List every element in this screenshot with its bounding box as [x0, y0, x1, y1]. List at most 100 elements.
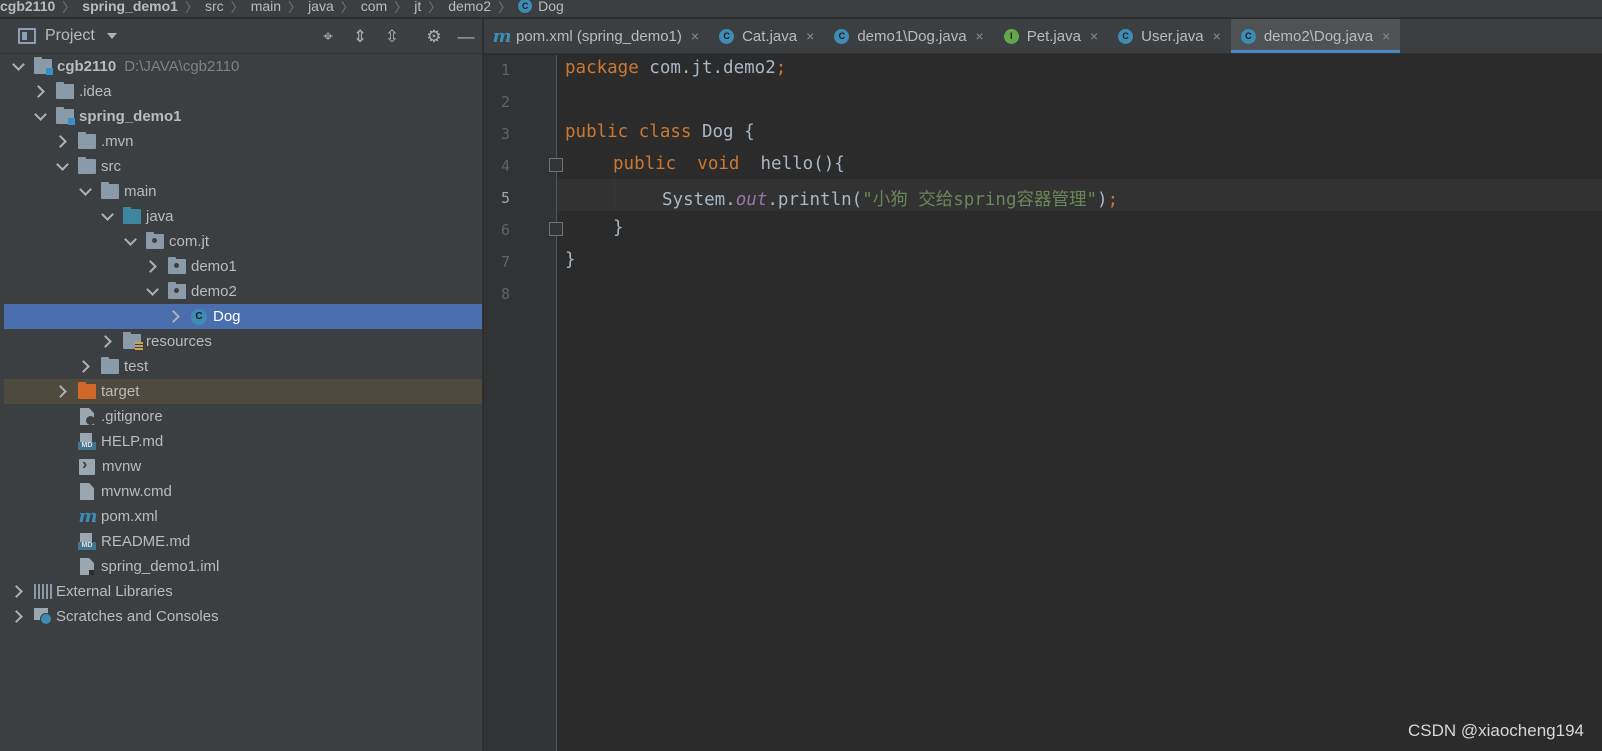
chevron-right-icon[interactable]: [101, 336, 113, 348]
module-folder-icon: [56, 107, 75, 125]
tree-item-mvn[interactable]: .mvn: [4, 129, 482, 154]
tree-item-pom-xml[interactable]: m pom.xml: [4, 504, 482, 529]
tree-item-readme-md[interactable]: README.md: [4, 529, 482, 554]
tree-item-label: HELP.md: [101, 433, 164, 450]
fold-marker-icon[interactable]: [549, 158, 563, 172]
breadcrumb-item-src[interactable]: src: [205, 0, 224, 14]
breadcrumb-item-main[interactable]: main: [251, 0, 281, 14]
locate-icon[interactable]: ⌖: [318, 27, 338, 47]
tab-user-java[interactable]: C User.java ×: [1108, 19, 1231, 53]
chevron-down-icon[interactable]: [106, 33, 117, 39]
tree-item-test[interactable]: test: [4, 354, 482, 379]
tree-item-spring-demo1-iml[interactable]: spring_demo1.iml: [4, 554, 482, 579]
close-icon[interactable]: ×: [1090, 28, 1098, 44]
chevron-right-icon[interactable]: [12, 586, 24, 598]
code-editor[interactable]: 1 2 3 4 5 6 7 8 package com.jt.demo2; pu…: [484, 55, 1602, 751]
excluded-folder-icon: [78, 382, 96, 399]
tab-demo1-dog-java[interactable]: C demo1\Dog.java ×: [824, 19, 993, 53]
chevron-down-icon[interactable]: [12, 61, 24, 73]
breadcrumb-item-cgb2110[interactable]: cgb2110: [0, 0, 55, 14]
tree-item-demo2[interactable]: demo2: [4, 279, 482, 304]
tree-item-mvnw[interactable]: mvnw: [4, 454, 482, 479]
chevron-down-icon[interactable]: [101, 211, 113, 223]
tab-pom-xml[interactable]: m pom.xml (spring_demo1) ×: [484, 19, 709, 53]
code-line-4: public void hello(){: [613, 154, 845, 174]
chevron-right-icon[interactable]: [56, 386, 68, 398]
tab-cat-java[interactable]: C Cat.java ×: [709, 19, 824, 53]
breadcrumb-separator: 〉: [394, 0, 408, 15]
folder-icon: [56, 82, 74, 99]
code-static-field: out: [735, 190, 768, 210]
code-keyword: class: [628, 122, 692, 142]
fold-marker-icon[interactable]: [549, 222, 563, 236]
breadcrumb-item-dog[interactable]: Dog: [538, 0, 564, 14]
breadcrumb-item-spring-demo1[interactable]: spring_demo1: [82, 0, 178, 14]
breadcrumb-item-demo2[interactable]: demo2: [448, 0, 491, 14]
close-icon[interactable]: ×: [1213, 28, 1221, 44]
folder-icon: [78, 132, 96, 149]
chevron-down-icon[interactable]: [34, 111, 46, 123]
tree-item-idea[interactable]: .idea: [4, 79, 482, 104]
code-keyword: public: [565, 122, 629, 142]
collapse-all-icon[interactable]: ⇳: [382, 27, 402, 47]
code-line-3: public class Dog {: [565, 122, 755, 142]
tree-item-label: demo2: [191, 283, 237, 300]
tree-item-cgb2110[interactable]: cgb2110 D:\JAVA\cgb2110: [4, 54, 482, 79]
folder-icon: [101, 357, 119, 374]
chevron-right-icon[interactable]: [79, 361, 91, 373]
tree-item-scratches[interactable]: Scratches and Consoles: [4, 604, 482, 629]
chevron-down-icon[interactable]: [124, 236, 136, 248]
tab-pet-java[interactable]: I Pet.java ×: [994, 19, 1108, 53]
tree-item-help-md[interactable]: HELP.md: [4, 429, 482, 454]
project-view-title[interactable]: Project: [45, 27, 95, 45]
code-text: {: [733, 122, 755, 142]
tree-item-dog[interactable]: C Dog: [4, 304, 482, 329]
breadcrumb-separator: 〉: [428, 0, 442, 15]
breadcrumb-item-java[interactable]: java: [308, 0, 334, 14]
tree-item-target[interactable]: target: [4, 379, 482, 404]
chevron-down-icon[interactable]: [56, 161, 68, 173]
tree-item-src[interactable]: src: [4, 154, 482, 179]
chevron-right-icon[interactable]: [169, 311, 181, 323]
folder-icon: [101, 182, 119, 199]
tree-item-main[interactable]: main: [4, 179, 482, 204]
tree-item-demo1[interactable]: demo1: [4, 254, 482, 279]
tree-item-gitignore[interactable]: .gitignore: [4, 404, 482, 429]
chevron-right-icon[interactable]: [12, 611, 24, 623]
line-number: 4: [500, 157, 510, 175]
breadcrumb-item-com[interactable]: com: [361, 0, 387, 14]
tree-item-mvnw-cmd[interactable]: mvnw.cmd: [4, 479, 482, 504]
scratches-icon: [34, 608, 52, 625]
close-icon[interactable]: ×: [691, 28, 699, 44]
close-icon[interactable]: ×: [806, 28, 814, 44]
chevron-down-icon[interactable]: [146, 286, 158, 298]
file-icon: [80, 483, 94, 500]
folder-icon: [78, 157, 96, 174]
gear-icon[interactable]: ⚙: [424, 27, 444, 47]
tab-label: demo1\Dog.java: [857, 27, 967, 45]
expand-all-icon[interactable]: ⇕: [350, 27, 370, 47]
tree-item-java[interactable]: java: [4, 204, 482, 229]
close-icon[interactable]: ×: [1382, 28, 1390, 44]
close-icon[interactable]: ×: [976, 28, 984, 44]
minimize-icon[interactable]: —: [456, 27, 476, 47]
tree-item-label: main: [124, 183, 157, 200]
module-folder-icon: [34, 57, 53, 75]
tree-item-resources[interactable]: resources: [4, 329, 482, 354]
tree-item-external-libraries[interactable]: External Libraries: [4, 579, 482, 604]
tree-item-com-jt[interactable]: com.jt: [4, 229, 482, 254]
chevron-down-icon[interactable]: [79, 186, 91, 198]
line-number: 3: [500, 125, 510, 143]
tab-demo2-dog-java[interactable]: C demo2\Dog.java ×: [1230, 19, 1401, 53]
chevron-right-icon[interactable]: [56, 136, 68, 148]
tree-item-label: .mvn: [101, 133, 134, 150]
class-icon: C: [518, 0, 533, 13]
breadcrumb-item-jt[interactable]: jt: [414, 0, 421, 14]
tree-item-spring-demo1[interactable]: spring_demo1: [4, 104, 482, 129]
shell-file-icon: [79, 456, 95, 475]
chevron-right-icon[interactable]: [34, 86, 46, 98]
package-icon: [168, 257, 186, 274]
chevron-right-icon[interactable]: [146, 261, 158, 273]
tree-item-label: target: [101, 383, 140, 400]
code-punctuation: ;: [1107, 190, 1119, 210]
